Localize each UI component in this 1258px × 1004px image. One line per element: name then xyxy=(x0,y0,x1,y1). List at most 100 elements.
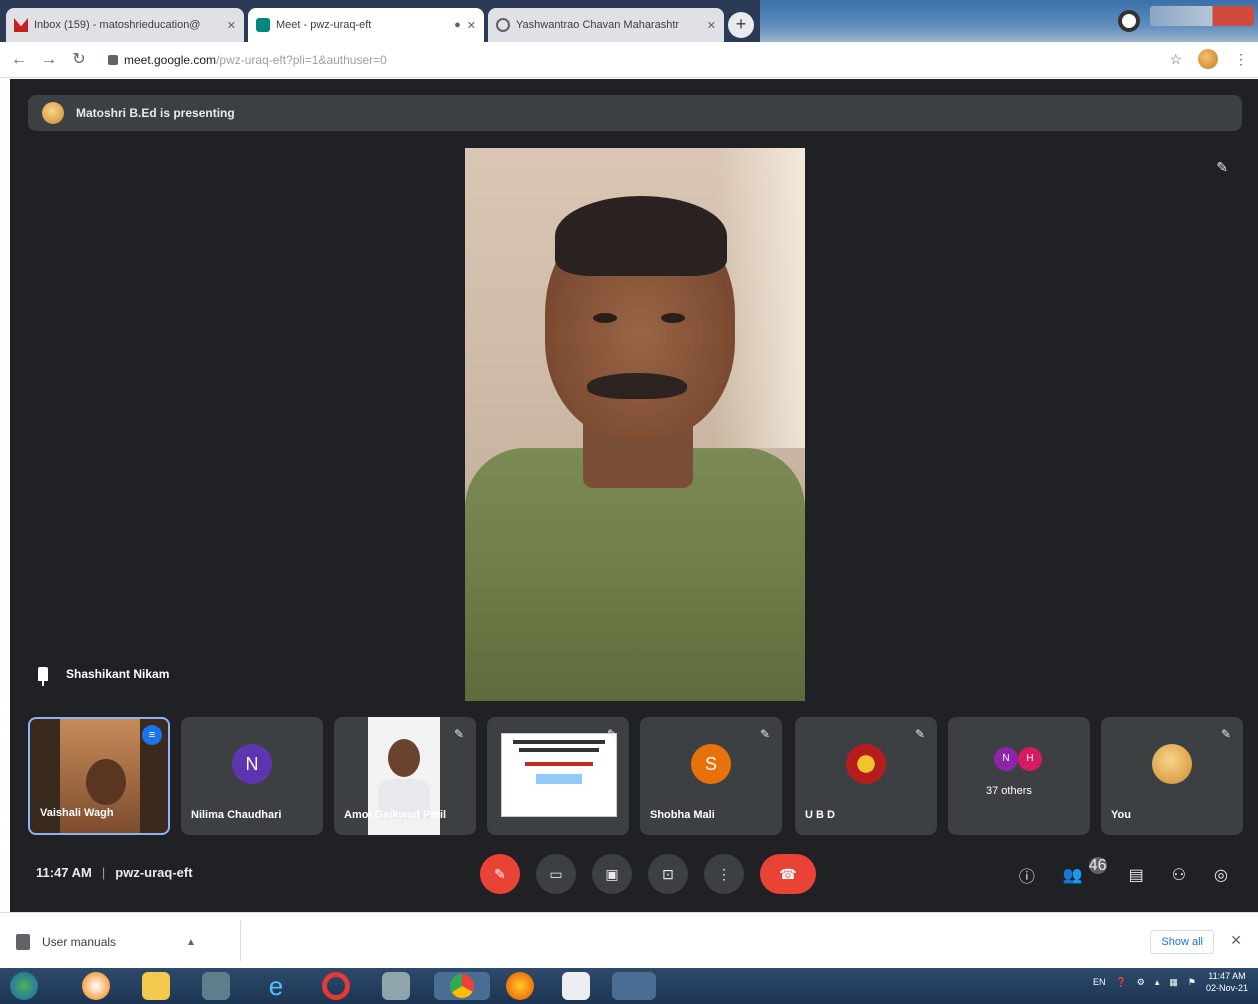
self-tile[interactable]: ✎ You xyxy=(1101,717,1243,835)
url-host: meet.google.com xyxy=(124,53,217,67)
star-icon[interactable]: ☆ xyxy=(1169,51,1182,68)
system-tray: EN ❓ ⚙ ▴ ▦ ⚑ 11:47 AM 02-Nov-21 xyxy=(1093,970,1248,994)
participant-emblem xyxy=(846,744,886,785)
media-player-icon[interactable] xyxy=(82,972,110,1000)
start-button[interactable] xyxy=(10,972,38,1000)
call-controls: ✎ ▭ ▣ ⊡ ⋮ ☎ xyxy=(480,854,816,894)
camera-button[interactable]: ▭ xyxy=(536,854,576,894)
show-hidden-icons[interactable]: ▴ xyxy=(1155,977,1160,988)
settings-icon[interactable]: ⚙ xyxy=(1137,977,1145,988)
participant-name: U B D xyxy=(805,809,835,821)
app-icon[interactable] xyxy=(202,972,230,1000)
mic-off-button[interactable]: ✎ xyxy=(480,854,520,894)
help-icon[interactable]: ❓ xyxy=(1116,977,1127,988)
participant-tile[interactable]: N Nilima Chaudhari xyxy=(181,717,323,835)
new-tab-button[interactable]: + xyxy=(728,12,754,38)
forward-arrow-icon[interactable]: → xyxy=(38,49,60,71)
reload-icon[interactable]: ↻ xyxy=(68,49,90,71)
language-indicator[interactable]: EN xyxy=(1093,977,1106,987)
activities-icon[interactable]: ⚇ xyxy=(1172,865,1186,885)
presentation-banner: Matoshri B.Ed is presenting xyxy=(28,95,1242,131)
present-button[interactable]: ⊡ xyxy=(648,854,688,894)
taskbar-clock[interactable]: 11:47 AM 02-Nov-21 xyxy=(1206,970,1248,994)
chrome-profile-icon[interactable] xyxy=(1118,10,1140,32)
network-icon[interactable]: ▦ xyxy=(1169,977,1178,988)
close-icon[interactable]: ✕ xyxy=(1230,932,1242,949)
participant-name: Shobha Mali xyxy=(650,809,715,821)
gmail-icon xyxy=(14,18,28,32)
mic-off-icon: ✎ xyxy=(914,727,925,741)
participant-tile[interactable]: ✎ xyxy=(487,717,629,835)
download-item[interactable]: User manuals ▲ xyxy=(16,931,236,953)
chrome-icon xyxy=(450,974,474,998)
participant-tile[interactable]: ✎ U B D xyxy=(795,717,937,835)
self-avatar xyxy=(1152,744,1192,785)
meeting-time: 11:47 AM xyxy=(36,865,92,880)
chat-icon[interactable]: ▤ xyxy=(1129,865,1144,885)
back-arrow-icon[interactable]: ← xyxy=(8,49,30,71)
tab-gmail[interactable]: Inbox (159) - matoshrieducation@ ✕ xyxy=(6,8,244,42)
participant-name: Nilima Chaudhari xyxy=(191,809,282,821)
participant-face xyxy=(86,759,126,805)
globe-icon xyxy=(496,18,510,32)
participants-badge: 46 xyxy=(1088,857,1107,874)
side-controls: ⓘ 👥46 ▤ ⚇ ◎ xyxy=(1019,857,1228,887)
mic-off-icon: ✎ xyxy=(759,727,770,741)
internet-explorer-icon[interactable]: e xyxy=(262,972,290,1000)
close-icon[interactable]: ✕ xyxy=(707,19,716,32)
menu-kebab-icon[interactable]: ⋮ xyxy=(1234,51,1248,68)
app-icon[interactable] xyxy=(562,972,590,1000)
presenting-text: Matoshri B.Ed is presenting xyxy=(76,106,235,120)
tab-title: Inbox (159) - matoshrieducation@ xyxy=(34,19,201,31)
firefox-icon[interactable] xyxy=(506,972,534,1000)
info-icon[interactable]: ⓘ xyxy=(1019,863,1035,887)
more-options-button[interactable]: ⋮ xyxy=(704,854,744,894)
participant-initial: S xyxy=(691,744,731,785)
meet-icon xyxy=(256,18,270,32)
host-controls-icon[interactable]: ◎ xyxy=(1214,865,1228,885)
browser-tab-strip: Inbox (159) - matoshrieducation@ ✕ Meet … xyxy=(0,0,1258,42)
opera-icon[interactable] xyxy=(322,972,350,1000)
audio-wave-icon: ≡ xyxy=(142,725,162,745)
main-speaker-video[interactable] xyxy=(465,148,805,701)
mic-off-icon: ✎ xyxy=(1216,159,1228,175)
meet-window: Matoshri B.Ed is presenting ✎ Shashikant… xyxy=(10,79,1258,912)
profile-avatar[interactable] xyxy=(1198,49,1218,69)
close-icon[interactable]: ✕ xyxy=(227,19,236,32)
show-all-button[interactable]: Show all xyxy=(1150,930,1214,954)
participant-initial: N xyxy=(232,744,272,785)
others-count: 37 others xyxy=(986,785,1032,797)
others-tile[interactable]: N H 37 others xyxy=(948,717,1090,835)
pin-icon[interactable] xyxy=(38,667,48,686)
download-filename: User manuals xyxy=(42,935,117,949)
window-controls[interactable] xyxy=(1150,6,1254,26)
url-path: /pwz-uraq-eft?pli=1&authuser=0 xyxy=(216,53,387,67)
windows-taskbar: e EN ❓ ⚙ ▴ ▦ ⚑ 11:47 AM 02-Nov-21 xyxy=(0,968,1258,1004)
tab-meet[interactable]: Meet - pwz-uraq-eft ● ✕ xyxy=(248,8,484,42)
participant-initial: N xyxy=(994,747,1018,771)
word-taskbar-button[interactable] xyxy=(612,972,656,1000)
close-icon[interactable]: ✕ xyxy=(467,19,476,32)
tab-yashwantrao[interactable]: Yashwantrao Chavan Maharashtr ✕ xyxy=(488,8,724,42)
shared-poster xyxy=(501,733,617,817)
people-icon[interactable]: 👥46 xyxy=(1063,857,1107,885)
recording-dot-icon: ● xyxy=(454,19,461,31)
flag-icon[interactable]: ⚑ xyxy=(1188,977,1196,988)
file-explorer-icon[interactable] xyxy=(142,972,170,1000)
separator: | xyxy=(101,865,106,880)
chrome-taskbar-button[interactable] xyxy=(434,972,490,1000)
participant-tile[interactable]: ✎ Amol Gaikwad Patil xyxy=(334,717,476,835)
captions-button[interactable]: ▣ xyxy=(592,854,632,894)
address-bar[interactable]: meet.google.com/pwz-uraq-eft?pli=1&authu… xyxy=(108,49,1138,71)
leave-call-button[interactable]: ☎ xyxy=(760,854,816,894)
tab-title: Meet - pwz-uraq-eft xyxy=(276,19,372,31)
mic-off-icon: ✎ xyxy=(1220,727,1231,741)
speaker-name: Shashikant Nikam xyxy=(66,667,170,681)
participant-tile[interactable]: ≡ Vaishali Wagh xyxy=(28,717,170,835)
chevron-up-icon[interactable]: ▲ xyxy=(186,937,196,948)
meeting-code: pwz-uraq-eft xyxy=(115,865,193,880)
app-icon[interactable] xyxy=(382,972,410,1000)
browser-toolbar: ← → ↻ meet.google.com/pwz-uraq-eft?pli=1… xyxy=(0,42,1258,78)
participant-name: Amol Gaikwad Patil xyxy=(344,809,447,821)
participant-tile[interactable]: S ✎ Shobha Mali xyxy=(640,717,782,835)
